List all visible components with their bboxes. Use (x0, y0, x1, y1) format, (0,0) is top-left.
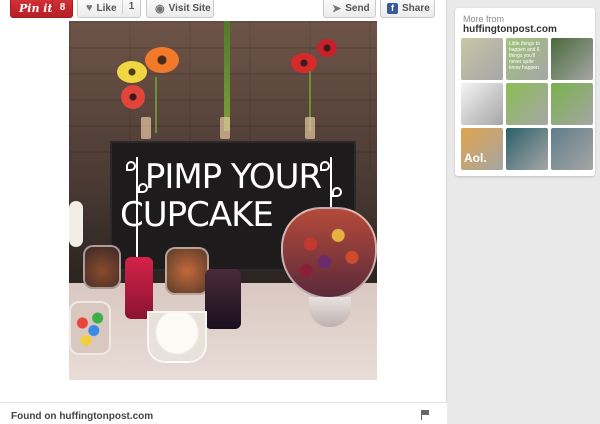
red-flower (317, 39, 337, 57)
bud-vase (141, 117, 151, 139)
more-from-thumbnail[interactable] (551, 128, 593, 170)
bud-vase (305, 117, 315, 139)
send-button[interactable]: ➤ Send (323, 0, 376, 18)
visit-site-button[interactable]: ◉ Visit Site (146, 0, 214, 18)
pin-toolbar: Pin it 8 ♥ Like 1 ◉ Visit Site ➤ Send f … (0, 0, 447, 21)
orange-flower (145, 47, 179, 73)
sign-leaf (138, 183, 148, 193)
flower-stem (155, 77, 157, 133)
sign-leaf (332, 187, 342, 197)
sign-line-1: PIMP YOUR (144, 157, 322, 197)
sprinkles-jar (83, 245, 121, 289)
globe-icon: ◉ (155, 2, 165, 15)
visit-site-label: Visit Site (168, 2, 211, 14)
sign-sprig (136, 157, 138, 257)
fruit-bowl (281, 207, 377, 299)
candy-pieces-jar (69, 301, 111, 355)
frosting-cup (147, 311, 207, 363)
more-from-thumbnail[interactable] (506, 128, 548, 170)
pin-it-button[interactable]: Pin it 8 (10, 0, 73, 18)
more-from-thumbnail[interactable] (461, 38, 503, 80)
thumbnail-text: Little things to happen and 6 things you… (509, 41, 540, 71)
found-on-link[interactable]: Found on huffingtonpost.com (11, 411, 153, 422)
share-button[interactable]: f Share (380, 0, 435, 18)
candle (69, 201, 83, 247)
more-from-thumbnail[interactable] (551, 38, 593, 80)
greenery (224, 21, 230, 131)
more-from-thumbnail[interactable] (461, 83, 503, 125)
share-label: Share (402, 2, 430, 14)
pin-panel: Pin it 8 ♥ Like 1 ◉ Visit Site ➤ Send f … (0, 0, 447, 424)
more-from-thumbnail[interactable]: Little things to happen and 6 things you… (506, 38, 548, 80)
thumbnail-text: Aol. (464, 151, 487, 165)
send-label: Send (345, 2, 370, 14)
more-from-site[interactable]: huffingtonpost.com (463, 24, 557, 35)
facebook-icon: f (387, 2, 398, 14)
more-from-thumbnail[interactable]: Aol. (461, 128, 503, 170)
like-count: 1 (122, 0, 140, 14)
thumbnail-grid: Little things to happen and 6 things you… (461, 38, 593, 170)
more-from-thumbnail[interactable] (551, 83, 593, 125)
pin-image[interactable]: PIMP YOUR CUPCAKE (69, 21, 377, 380)
pin-it-label: Pin it (19, 1, 53, 15)
heart-icon: ♥ (86, 2, 93, 14)
pin-count: 8 (52, 0, 72, 16)
like-label: Like (96, 2, 117, 14)
red-syrup-jar (125, 257, 153, 319)
sign-leaf (126, 161, 136, 171)
candy-jar (165, 247, 209, 295)
chocolate-syrup-jar (205, 269, 241, 329)
yellow-flower (117, 61, 147, 83)
bud-vase (220, 117, 230, 139)
like-button[interactable]: ♥ Like 1 (77, 0, 141, 18)
flag-icon[interactable] (421, 410, 430, 420)
sign-leaf (320, 161, 330, 171)
more-from-thumbnail[interactable] (506, 83, 548, 125)
pin-footer: Found on huffingtonpost.com (0, 402, 447, 424)
more-from-card: More from huffingtonpost.com Little thin… (455, 8, 595, 176)
red-flower (121, 85, 145, 109)
more-from-label: More from (463, 14, 505, 24)
paper-plane-icon: ➤ (332, 2, 342, 15)
red-flower (291, 53, 317, 73)
